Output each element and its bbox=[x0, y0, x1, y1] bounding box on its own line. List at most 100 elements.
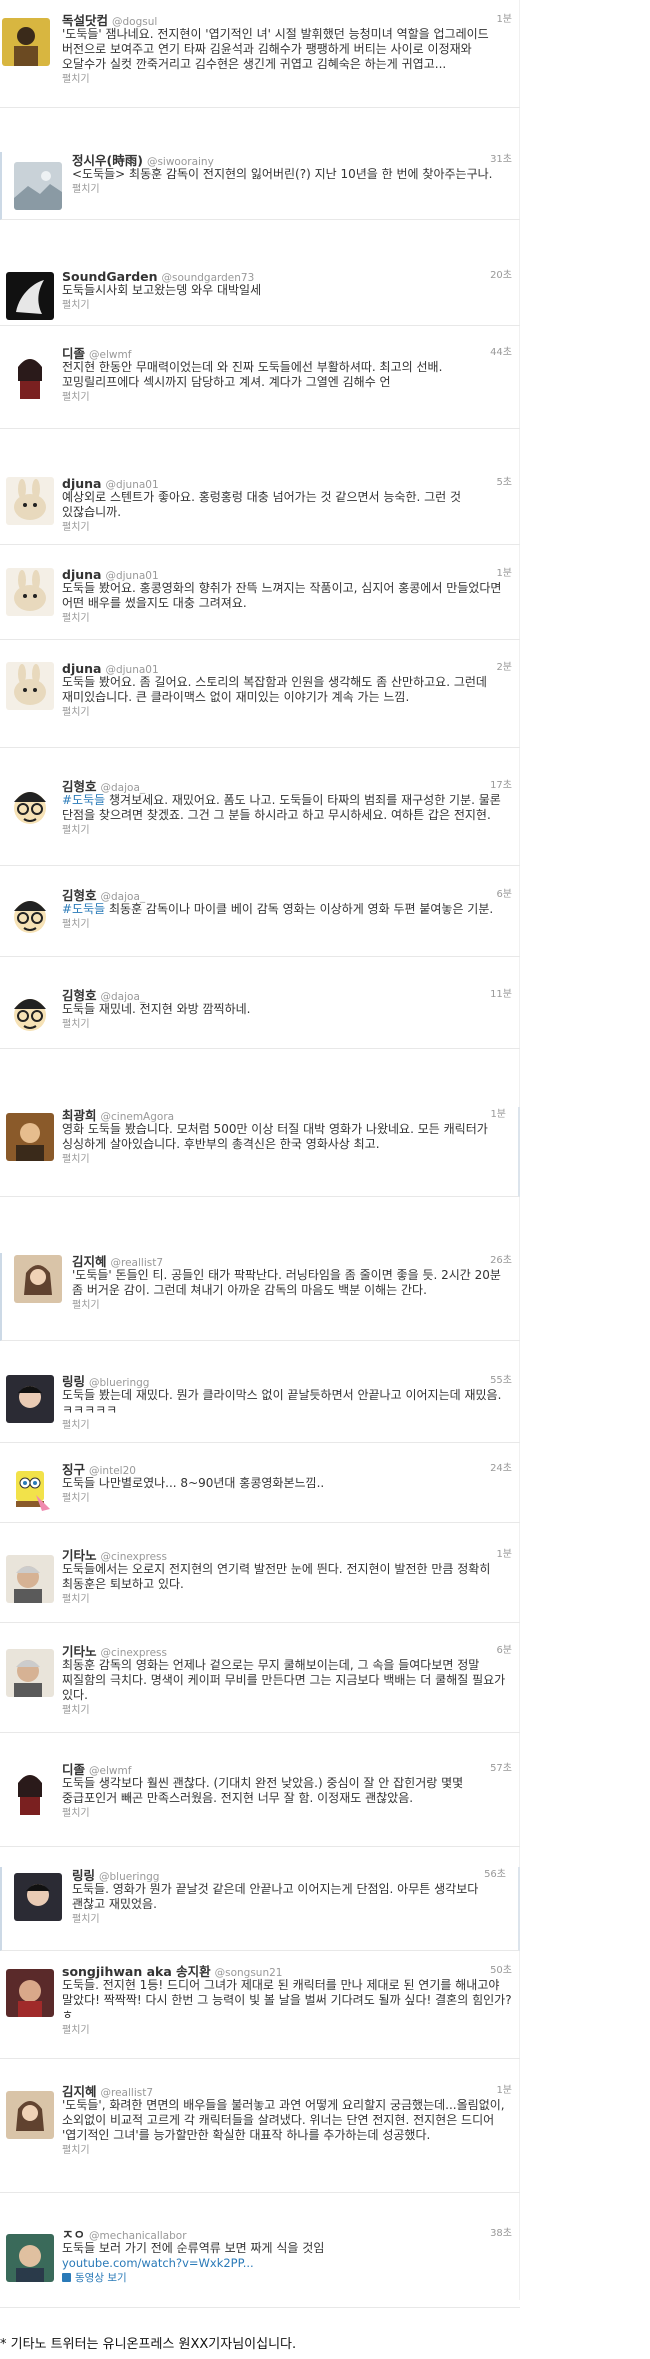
tweet-author-name[interactable]: 기타노 bbox=[62, 1644, 97, 1659]
tweet-author-name[interactable]: SoundGarden bbox=[62, 269, 158, 284]
tweet-timestamp[interactable]: 26초 bbox=[490, 1253, 512, 1268]
tweet-timestamp[interactable]: 1분 bbox=[496, 2083, 512, 2098]
tweet-author-name[interactable]: ㅈㅇ bbox=[62, 2227, 85, 2242]
avatar-cartoon-girl-icon[interactable] bbox=[6, 1767, 54, 1815]
tweet-author-name[interactable]: 김형호 bbox=[62, 988, 97, 1003]
avatar-cartoon-girl-icon[interactable] bbox=[6, 351, 54, 399]
tweet-author-name[interactable]: 정시우(時雨) bbox=[72, 153, 143, 168]
tweet-author-name[interactable]: djuna bbox=[62, 567, 101, 582]
avatar-glasses-cartoon-icon[interactable] bbox=[6, 893, 54, 941]
tweet-timestamp[interactable]: 31초 bbox=[490, 152, 512, 167]
tweet-item: 링링 @blueringg 55초 도둑들 봤는데 재밌다. 뭔가 클라이막스 없이… bbox=[0, 1373, 520, 1443]
tweet-author-name[interactable]: 김지혜 bbox=[62, 2084, 97, 2099]
tweet-text: '도둑들', 화려한 면면의 배우들을 불러놓고 과연 어떻게 요리할지 궁금했… bbox=[62, 2098, 505, 2142]
expand-link[interactable]: 펼치기 bbox=[62, 2144, 512, 2157]
tweet-author-name[interactable]: 기타노 bbox=[62, 1548, 97, 1563]
expand-link[interactable]: 펼치기 bbox=[62, 299, 512, 312]
avatar-user-photo-icon[interactable] bbox=[6, 1555, 54, 1603]
tweet-text: '도둑들' 잼나네요. 전지현이 '엽기적인 녀' 시절 발휘했던 능청미녀 역… bbox=[62, 27, 489, 71]
tweet-timestamp[interactable]: 2분 bbox=[496, 660, 512, 675]
tweet-timestamp[interactable]: 50초 bbox=[490, 1963, 512, 1978]
avatar-user-photo-icon[interactable] bbox=[6, 1375, 54, 1423]
expand-link[interactable]: 펼치기 bbox=[62, 706, 512, 719]
tweet-text: 도둑들 나만별로였나... 8~90년대 홍콩영화본느낌.. bbox=[62, 1476, 325, 1490]
tweet-author-name[interactable]: djuna bbox=[62, 476, 101, 491]
tweet-timestamp[interactable]: 56초 bbox=[484, 1867, 506, 1882]
expand-link[interactable]: 펼치기 bbox=[62, 1704, 512, 1717]
tweet-item: 김형호 @dajoa_ 17초 #도둑들 챙겨보세요. 재밌어요. 폼도 나고. 도… bbox=[0, 778, 520, 866]
tweet-timestamp[interactable]: 6분 bbox=[496, 1643, 512, 1658]
tweet-timestamp[interactable]: 11분 bbox=[490, 987, 512, 1002]
hashtag-link[interactable]: #도둑들 bbox=[62, 793, 105, 807]
expand-link[interactable]: 펼치기 bbox=[62, 521, 512, 534]
avatar-sponge-character-icon[interactable] bbox=[6, 1465, 54, 1513]
tweet-text: 도둑들 생각보다 훨씬 괜찮다. (기대치 완전 낮았음.) 중심이 잘 안 잡… bbox=[62, 1776, 464, 1805]
expand-link[interactable]: 펼치기 bbox=[62, 1018, 512, 1031]
avatar-user-photo-icon[interactable] bbox=[14, 1873, 62, 1921]
expand-link[interactable]: 펼치기 bbox=[62, 1153, 506, 1166]
tweet-author-name[interactable]: 링링 bbox=[72, 1868, 95, 1883]
expand-link[interactable]: 펼치기 bbox=[62, 73, 512, 86]
avatar-user-photo-icon[interactable] bbox=[6, 2234, 54, 2282]
expand-link[interactable]: 펼치기 bbox=[62, 1492, 512, 1505]
tweet-author-name[interactable]: 징구 bbox=[62, 1462, 85, 1477]
tweet-timestamp[interactable]: 17초 bbox=[490, 778, 512, 793]
avatar-user-photo-icon[interactable] bbox=[6, 1113, 54, 1161]
tweet-item: SoundGarden @soundgarden73 20초 도둑들시사회 보고왔는… bbox=[0, 268, 520, 326]
tweet-text: 영화 도둑들 봤습니다. 모처럼 500만 이상 터질 대박 영화가 나왔네요.… bbox=[62, 1122, 488, 1151]
avatar-landscape-icon[interactable] bbox=[14, 162, 62, 210]
footer-note: * 기타노 트위터는 유니온프레스 원XX기자님이십니다. bbox=[0, 2337, 297, 2352]
avatar-user-photo-icon[interactable] bbox=[6, 2091, 54, 2139]
view-video-link[interactable]: 동영상 보기 bbox=[62, 2271, 512, 2285]
tweet-timestamp[interactable]: 6분 bbox=[496, 887, 512, 902]
tweet-timestamp[interactable]: 1분 bbox=[496, 566, 512, 581]
tweet-author-name[interactable]: 링링 bbox=[62, 1374, 85, 1389]
youtube-link[interactable]: youtube.com/watch?v=Wxk2PP... bbox=[62, 2256, 512, 2271]
avatar-rabbit-icon[interactable] bbox=[6, 477, 54, 525]
tweet-author-name[interactable]: 김형호 bbox=[62, 888, 97, 903]
tweet-timestamp[interactable]: 57초 bbox=[490, 1761, 512, 1776]
tweet-text: #도둑들 최동훈 감독이나 마이클 베이 감독 영화는 이상하게 영화 두편 붙… bbox=[62, 902, 494, 916]
tweet-timestamp[interactable]: 24초 bbox=[490, 1461, 512, 1476]
tweet-author-name[interactable]: djuna bbox=[62, 661, 101, 676]
avatar-rabbit-icon[interactable] bbox=[6, 568, 54, 616]
avatar-glasses-cartoon-icon[interactable] bbox=[6, 784, 54, 832]
tweet-timestamp[interactable]: 1분 bbox=[496, 12, 512, 27]
avatar-band-logo-icon[interactable] bbox=[6, 272, 54, 320]
expand-link[interactable]: 펼치기 bbox=[72, 183, 512, 196]
tweet-text: #도둑들 챙겨보세요. 재밌어요. 폼도 나고. 도둑들이 타짜의 범죄를 재구… bbox=[62, 793, 501, 822]
tweet-timestamp[interactable]: 44초 bbox=[490, 345, 512, 360]
expand-link[interactable]: 펼치기 bbox=[62, 612, 512, 625]
expand-link[interactable]: 펼치기 bbox=[62, 1807, 512, 1820]
hashtag-link[interactable]: #도둑들 bbox=[62, 902, 105, 916]
expand-link[interactable]: 펼치기 bbox=[62, 824, 512, 837]
tweet-author-name[interactable]: 최광희 bbox=[62, 1108, 97, 1123]
tweet-author-name[interactable]: 독설닷컴 bbox=[62, 13, 108, 28]
expand-link[interactable]: 펼치기 bbox=[62, 918, 512, 931]
tweet-item: 디졸 @elwmf 44초 전지현 한동안 무매력이었는데 와 진짜 도둑들에선 부… bbox=[0, 345, 520, 429]
tweet-timestamp[interactable]: 1분 bbox=[490, 1107, 506, 1122]
avatar-user-photo-icon[interactable] bbox=[6, 1969, 54, 2017]
expand-link[interactable]: 펼치기 bbox=[72, 1299, 512, 1312]
tweet-author-name[interactable]: 디졸 bbox=[62, 346, 85, 361]
expand-link[interactable]: 펼치기 bbox=[62, 1593, 512, 1606]
tweet-timestamp[interactable]: 20초 bbox=[490, 268, 512, 283]
expand-link[interactable]: 펼치기 bbox=[62, 2024, 512, 2037]
avatar-glasses-cartoon-icon[interactable] bbox=[6, 991, 54, 1039]
expand-link[interactable]: 펼치기 bbox=[62, 1419, 512, 1432]
tweet-author-name[interactable]: songjihwan aka 송지환 bbox=[62, 1964, 211, 1979]
avatar-user-photo-icon[interactable] bbox=[14, 1255, 62, 1303]
expand-link[interactable]: 펼치기 bbox=[72, 1913, 506, 1926]
avatar-user-photo-icon[interactable] bbox=[6, 1649, 54, 1697]
expand-link[interactable]: 펼치기 bbox=[62, 391, 512, 404]
tweet-timestamp[interactable]: 5초 bbox=[496, 475, 512, 490]
tweet-author-name[interactable]: 김지혜 bbox=[72, 1254, 107, 1269]
avatar-rabbit-icon[interactable] bbox=[6, 662, 54, 710]
tweet-text: 도둑들에서는 오로지 전지현의 연기력 발전만 눈에 띈다. 전지현이 발전한 … bbox=[62, 1562, 491, 1591]
tweet-timestamp[interactable]: 55초 bbox=[490, 1373, 512, 1388]
tweet-author-name[interactable]: 디졸 bbox=[62, 1762, 85, 1777]
tweet-timestamp[interactable]: 1분 bbox=[496, 1547, 512, 1562]
tweet-author-name[interactable]: 김형호 bbox=[62, 779, 97, 794]
tweet-timestamp[interactable]: 38초 bbox=[490, 2226, 512, 2241]
avatar-user-photo-icon[interactable] bbox=[2, 18, 50, 66]
